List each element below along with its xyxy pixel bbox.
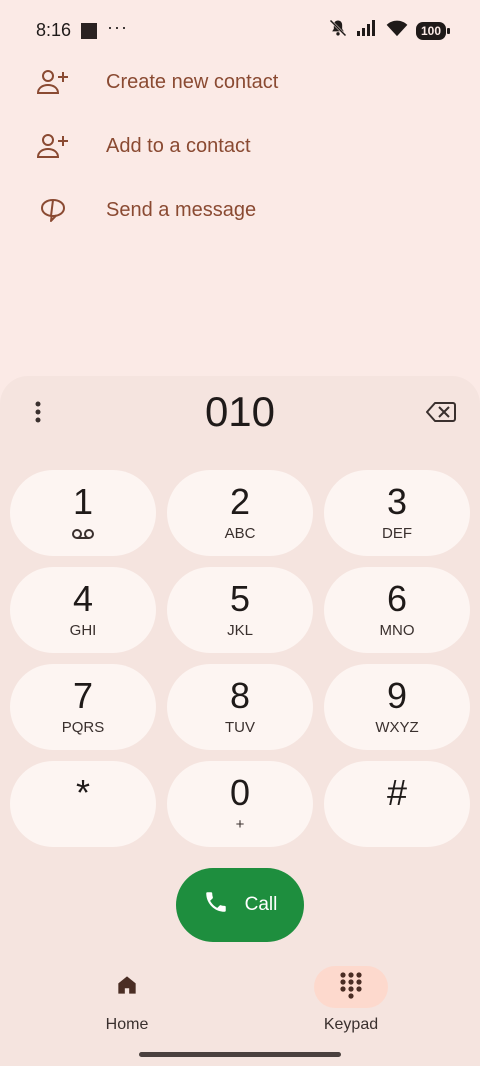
key-digit: 7 xyxy=(72,675,94,716)
key-digit: 0 xyxy=(229,772,251,813)
status-left: 8:16 ··· xyxy=(36,17,129,41)
nav-home-label: Home xyxy=(105,1016,149,1033)
key-hash[interactable]: # xyxy=(324,761,470,847)
keypad-grid: 1 2 ABC 3 DEF 4 GHI 5 JKL 6 MNO 7 PQRS 8… xyxy=(10,470,470,847)
key-letters: DEF xyxy=(382,525,412,542)
person-add-icon xyxy=(36,129,70,163)
more-notifications-icon: ··· xyxy=(107,17,129,37)
key-3[interactable]: 3 DEF xyxy=(324,470,470,556)
bottom-navigation: Home Keypad xyxy=(0,966,480,1066)
key-digit: 9 xyxy=(386,675,408,716)
key-letters: + xyxy=(235,816,245,833)
key-letters: TUV xyxy=(225,719,255,736)
dialpad-icon xyxy=(339,971,363,1004)
signal-icon xyxy=(356,19,378,42)
more-options-icon[interactable] xyxy=(26,396,50,428)
nav-home-pill xyxy=(90,966,164,1008)
nav-keypad[interactable]: Keypad xyxy=(291,966,411,1034)
send-message-button[interactable]: Send a message xyxy=(0,178,480,242)
home-indicator[interactable] xyxy=(139,1052,341,1057)
add-to-contact-label: Add to a contact xyxy=(106,134,251,157)
key-digit: 5 xyxy=(229,578,251,619)
key-2[interactable]: 2 ABC xyxy=(167,470,313,556)
status-right: 100 xyxy=(328,18,451,43)
status-time: 8:16 xyxy=(36,20,72,40)
key-digit: 3 xyxy=(386,481,408,522)
bell-off-icon xyxy=(328,18,348,43)
nav-keypad-pill xyxy=(314,966,388,1008)
key-digit: # xyxy=(386,772,408,813)
key-7[interactable]: 7 PQRS xyxy=(10,664,156,750)
key-digit: 8 xyxy=(229,675,251,716)
key-star[interactable]: * xyxy=(10,761,156,847)
key-letters: GHI xyxy=(69,622,97,639)
key-letters: MNO xyxy=(379,622,415,639)
key-letters: PQRS xyxy=(61,719,105,736)
key-0[interactable]: 0 + xyxy=(167,761,313,847)
key-digit: 6 xyxy=(386,578,408,619)
key-digit: 1 xyxy=(72,481,94,522)
voicemail-icon xyxy=(71,527,95,543)
key-6[interactable]: 6 MNO xyxy=(324,567,470,653)
add-to-contact-button[interactable]: Add to a contact xyxy=(0,114,480,178)
message-icon xyxy=(36,193,70,227)
key-5[interactable]: 5 JKL xyxy=(167,567,313,653)
key-digit: * xyxy=(75,772,90,813)
wifi-icon xyxy=(386,19,408,42)
key-8[interactable]: 8 TUV xyxy=(167,664,313,750)
create-new-contact-label: Create new contact xyxy=(106,70,279,93)
call-label: Call xyxy=(244,894,278,915)
person-add-icon xyxy=(36,65,70,99)
key-1[interactable]: 1 xyxy=(10,470,156,556)
battery-icon: 100 xyxy=(415,21,451,40)
contact-actions: Create new contact Add to a contact Send… xyxy=(0,50,480,242)
key-digit: 2 xyxy=(229,481,251,522)
call-button[interactable]: Call xyxy=(176,868,304,942)
number-row: 010 xyxy=(0,376,480,448)
nav-home[interactable]: Home xyxy=(67,966,187,1034)
create-new-contact-button[interactable]: Create new contact xyxy=(0,50,480,114)
dialer-panel: 010 1 2 ABC 3 DEF 4 GHI 5 JKL 6 MNO 7 PQ… xyxy=(0,376,480,1066)
phone-icon xyxy=(203,889,229,921)
key-letters: JKL xyxy=(227,622,253,639)
key-4[interactable]: 4 GHI xyxy=(10,567,156,653)
key-letters: ABC xyxy=(224,525,256,542)
key-digit: 4 xyxy=(72,578,94,619)
notification-square-icon xyxy=(81,22,98,39)
backspace-icon[interactable] xyxy=(424,398,458,426)
key-9[interactable]: 9 WXYZ xyxy=(324,664,470,750)
home-icon xyxy=(114,972,140,1003)
send-message-label: Send a message xyxy=(106,198,257,221)
key-letters: WXYZ xyxy=(375,719,419,736)
dialed-number[interactable]: 010 xyxy=(100,388,380,436)
nav-keypad-label: Keypad xyxy=(323,1016,379,1033)
